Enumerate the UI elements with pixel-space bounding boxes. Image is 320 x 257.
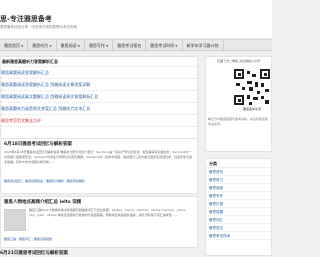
category-item[interactable]: 雅思听力 bbox=[206, 176, 271, 184]
nav-item-registration[interactable]: 雅思考试报名 bbox=[113, 40, 147, 51]
category-item[interactable]: 雅思写作 bbox=[206, 192, 271, 200]
chevron-down-icon: ▼ bbox=[21, 44, 24, 48]
nav-item-home[interactable]: 雅思首页▼ bbox=[0, 40, 29, 51]
post-tag-link[interactable]: 雅思阅读解析 bbox=[67, 179, 85, 183]
nav-item-listening[interactable]: 雅思听力▼ bbox=[28, 40, 57, 51]
qr-note: 每日分享雅思真题与备考资料，关注获取最新考试资讯。 bbox=[208, 117, 269, 126]
chevron-down-icon: ▼ bbox=[77, 44, 80, 48]
hot-list-item[interactable]: 雅思考官范文集全点评 bbox=[1, 115, 197, 127]
nav-item-writing[interactable]: 雅思写作▼ bbox=[85, 40, 114, 51]
chevron-down-icon: ▼ bbox=[105, 44, 109, 48]
chevron-down-icon: ▼ bbox=[175, 44, 178, 48]
hot-list-item[interactable]: 雅思真题听力录音原文答案汇总 剑雅听力文本汇总 bbox=[1, 103, 197, 115]
category-item[interactable]: 雅思资讯 bbox=[206, 168, 271, 176]
post-tag-link[interactable]: 雅思词汇 bbox=[19, 237, 31, 241]
main-nav: 雅思首页▼ 雅思听力▼ 雅思阅读▼ 雅思写作▼ 雅思考试报名 雅思考试时间▼ 新… bbox=[0, 39, 272, 51]
site-title[interactable]: 思-专注雅思备考 bbox=[0, 14, 52, 24]
chevron-down-icon: ▼ bbox=[49, 44, 52, 48]
category-item[interactable]: 雅思真题 bbox=[206, 208, 271, 216]
qr-heading: 扫描下方二维码 关注微信公众号 bbox=[217, 59, 260, 63]
post-card: 6月18日雅思考试回忆与解析答案 2023年6月18日雅思考试回忆与解析答案 雅… bbox=[0, 138, 198, 194]
wechat-widget: 扫描下方二维码 关注微信公众号 雅思备考交流 每日分享雅思真题与备考资料，关注获… bbox=[205, 56, 272, 152]
hot-list-item[interactable]: 雅思真题阅读答案解析汇总 bbox=[1, 67, 197, 79]
qr-label: 雅思备考交流 bbox=[242, 107, 261, 111]
post-excerpt: 雅思口语Part2人物类和地点类话题高频描述词汇与表达整理：people、fri… bbox=[29, 208, 189, 217]
post-title[interactable]: 6月18日雅思考试回忆与解析答案 bbox=[4, 141, 194, 147]
category-heading: 分类 bbox=[206, 159, 271, 168]
post-title[interactable]: 雅思人物地点高频介绍汇总 ielts 词频 bbox=[4, 199, 194, 205]
category-item[interactable]: 雅思词汇 bbox=[206, 216, 271, 224]
post-card: 雅思人物地点高频介绍汇总 ielts 词频 雅思口语Part2人物类和地点类话题… bbox=[0, 196, 198, 248]
category-item[interactable]: 雅思考试时间 bbox=[206, 232, 271, 240]
hot-list-heading[interactable]: 最新雅思真题听力答案解析汇总 bbox=[1, 57, 197, 67]
post-tag-link[interactable]: 雅思听力解析 bbox=[46, 179, 64, 183]
nav-item-plan[interactable]: 新学年学习路计划 bbox=[183, 40, 224, 51]
post-tags: 雅思口语 | 雅思词汇 | 雅思高频话题 bbox=[4, 237, 52, 241]
post-tag-link[interactable]: 雅思高频话题 bbox=[34, 237, 52, 241]
site-header: 思-专注雅思备考 雅思备考经验分享 · 听说读写资料整理与考试攻略 bbox=[0, 0, 272, 38]
post-tag-link[interactable]: 雅思口语 bbox=[4, 237, 16, 241]
hot-list-item[interactable]: 雅思真题阅读真文题解汇总 剑雅阅读原文答案解析汇总 bbox=[1, 91, 197, 103]
category-item[interactable]: 雅思范文 bbox=[206, 224, 271, 232]
post-tag-link[interactable]: 雅思真题答案 bbox=[25, 179, 43, 183]
post-excerpt: 2023年6月18日雅思考试回忆与解析答案 雅思听力部分共四个部分：Sectio… bbox=[4, 150, 193, 164]
hot-list-item[interactable]: 雅思真题阅读答案解析汇总 剑雅阅读文章答案详解 bbox=[1, 79, 197, 91]
post-tags: 雅思考试回忆 | 雅思真题答案 | 雅思听力解析 | 雅思阅读解析 bbox=[4, 179, 85, 183]
nav-item-reading[interactable]: 雅思阅读▼ bbox=[57, 40, 85, 51]
category-item[interactable]: 雅思阅读 bbox=[206, 184, 271, 192]
post-title[interactable]: 6月21日雅思考试回忆与解析答案 bbox=[0, 250, 198, 256]
post-tag-link[interactable]: 雅思考试回忆 bbox=[4, 179, 22, 183]
category-widget: 分类 雅思资讯 雅思听力 雅思阅读 雅思写作 雅思口语 雅思真题 雅思词汇 雅思… bbox=[205, 158, 272, 256]
category-item[interactable]: 雅思口语 bbox=[206, 200, 271, 208]
site-tagline: 雅思备考经验分享 · 听说读写资料整理与考试攻略 bbox=[0, 25, 77, 29]
post-thumbnail[interactable] bbox=[4, 209, 26, 231]
nav-item-schedule[interactable]: 雅思考试时间▼ bbox=[146, 40, 183, 51]
qr-code-icon bbox=[234, 69, 270, 105]
